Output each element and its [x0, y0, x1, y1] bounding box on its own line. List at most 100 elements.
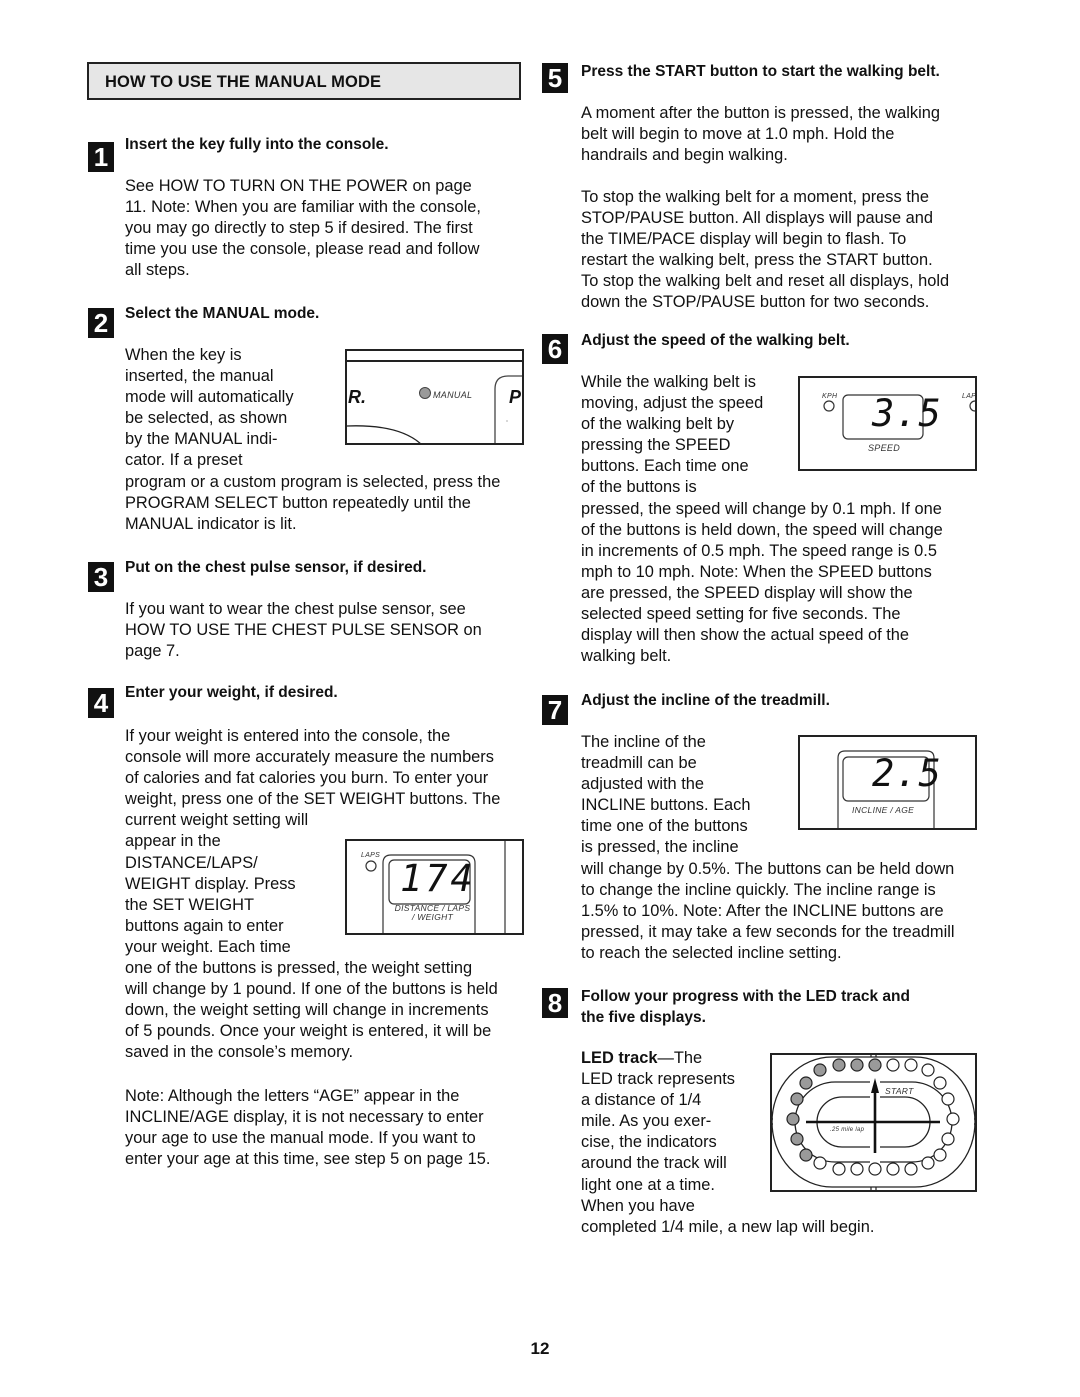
- text-line: of the buttons is: [581, 478, 697, 497]
- text-line: cator. If a preset: [125, 451, 243, 470]
- laps-label: LAPS: [962, 393, 977, 400]
- text-line: PROGRAM SELECT button repeatedly until t…: [125, 493, 471, 512]
- title-line: Follow your progress with the LED track …: [581, 988, 910, 1005]
- led-lit-icon: [832, 1058, 846, 1072]
- text-line: display will then show the actual speed …: [581, 626, 910, 645]
- display-glyph-right: P: [509, 387, 522, 407]
- step-8-title: Follow your progress with the LED track …: [581, 986, 910, 1028]
- manual-indicator-figure: R. MANUAL P: [345, 349, 524, 445]
- text-line: STOP/PAUSE button. All displays will pau…: [581, 209, 933, 228]
- text-line: one of the buttons is pressed, the weigh…: [125, 959, 473, 978]
- page-number: 12: [530, 1339, 550, 1358]
- text-line: are pressed, the SPEED display will show…: [581, 583, 913, 602]
- led-lit-icon: [850, 1058, 864, 1072]
- text-line: If you want to wear the chest pulse sens…: [125, 600, 466, 618]
- led-unlit-icon: [868, 1162, 882, 1176]
- text-line: restart the walking belt, press the STAR…: [581, 251, 933, 270]
- led-unlit-icon: [921, 1063, 935, 1077]
- speed-value: 3.5: [872, 392, 942, 435]
- led-track-figure: START .25 mile lap: [770, 1053, 977, 1192]
- step-1-title: Insert the key fully into the console.: [125, 136, 389, 153]
- led-lit-icon: [813, 1063, 827, 1077]
- led-lit-icon: [790, 1132, 804, 1146]
- text-line: walking belt.: [581, 647, 672, 666]
- text-line: INCLINE/AGE display, it is not necessary…: [125, 1108, 484, 1127]
- step-2-title: Select the MANUAL mode.: [125, 305, 320, 322]
- manual-indicator-led-icon: [419, 387, 431, 399]
- section-title: HOW TO USE THE MANUAL MODE: [105, 73, 382, 91]
- laps-indicator-icon: [969, 400, 975, 412]
- text-line: belt will begin to move at 1.0 mph. Hold…: [581, 125, 895, 144]
- laps-indicator-icon: [365, 860, 377, 872]
- step-number-5: 5: [542, 63, 568, 93]
- start-label: START: [885, 1086, 914, 1096]
- section-header: HOW TO USE THE MANUAL MODE: [87, 62, 521, 100]
- text-line: A moment after the button is pressed, th…: [581, 104, 940, 122]
- led-lit-icon: [799, 1076, 813, 1090]
- title-line: the five displays.: [581, 1009, 706, 1026]
- led-unlit-icon: [832, 1162, 846, 1176]
- text-line: time you use the console, please read an…: [125, 240, 480, 259]
- label-line: / WEIGHT: [411, 912, 454, 922]
- manual-indicator-label: MANUAL: [433, 390, 473, 400]
- text-line: weight, press one of the SET WEIGHT butt…: [125, 790, 501, 809]
- weight-value: 174: [400, 857, 476, 900]
- step-5-title: Press the START button to start the walk…: [581, 63, 940, 80]
- text-line: in increments of 0.5 mph. The speed rang…: [581, 541, 937, 560]
- step-5-body: A moment after the button is pressed, th…: [581, 103, 940, 166]
- laps-indicator-label: LAPS: [361, 852, 381, 859]
- step-number-7: 7: [542, 695, 568, 725]
- text-line: is pressed, the incline: [581, 838, 739, 857]
- speed-display-figure: KPH LAPS 3.5 SPEED: [798, 376, 977, 471]
- step-number-6: 6: [542, 334, 568, 364]
- step-3-body: If you want to wear the chest pulse sens…: [125, 599, 482, 662]
- text-line: MANUAL indicator is lit.: [125, 514, 297, 533]
- text-line: HOW TO USE THE CHEST PULSE SENSOR on: [125, 621, 482, 640]
- led-unlit-icon: [921, 1156, 935, 1170]
- led-unlit-icon: [904, 1058, 918, 1072]
- text-line: of the buttons is held down, the speed w…: [581, 520, 943, 539]
- led-track-term: LED track: [581, 1049, 658, 1067]
- led-unlit-icon: [904, 1162, 918, 1176]
- text-line: will change by 0.5%. The buttons can be …: [581, 859, 955, 878]
- led-unlit-icon: [886, 1162, 900, 1176]
- led-unlit-icon: [941, 1092, 955, 1106]
- led-unlit-icon: [886, 1058, 900, 1072]
- text-line: 11. Note: When you are familiar with the…: [125, 198, 481, 217]
- step-number-4: 4: [88, 688, 114, 718]
- text-line: If your weight is entered into the conso…: [125, 727, 451, 745]
- distance-laps-weight-label: DISTANCE / LAPS / WEIGHT: [390, 904, 475, 922]
- lap-distance-label: .25 mile lap: [830, 1127, 865, 1133]
- text-line: your age to use the manual mode. If you …: [125, 1129, 476, 1148]
- display-glyph-left: R.: [348, 387, 366, 407]
- step-4-title: Enter your weight, if desired.: [125, 684, 338, 701]
- step-6-title: Adjust the speed of the walking belt.: [581, 332, 850, 349]
- text-line: mph to 10 mph. Note: When the SPEED butt…: [581, 562, 932, 581]
- text-line: When you have: [581, 1196, 695, 1215]
- text-line: To stop the walking belt and reset all d…: [581, 272, 950, 291]
- text-line: enter your age at this time, see step 5 …: [125, 1150, 491, 1169]
- lead-text: —The: [657, 1049, 703, 1067]
- step-number-3: 3: [88, 562, 114, 592]
- text-line: console will more accurately measure the…: [125, 748, 494, 767]
- step-number-8: 8: [542, 988, 568, 1018]
- led-lit-icon: [799, 1148, 813, 1162]
- text-line: you may go directly to step 5 if desired…: [125, 219, 473, 238]
- text-line: handrails and begin walking.: [581, 146, 788, 165]
- led-unlit-icon: [946, 1112, 960, 1126]
- text-line: all steps.: [125, 261, 190, 280]
- step-1-body: See HOW TO TURN ON THE POWER on page 11.…: [125, 176, 481, 281]
- step-4-note: Note: Although the letters “AGE” appear …: [125, 1086, 490, 1170]
- led-unlit-icon: [941, 1132, 955, 1146]
- text-line: will change by 1 pound. If one of the bu…: [125, 980, 498, 999]
- led-unlit-icon: [933, 1148, 947, 1162]
- text-line: page 7.: [125, 642, 180, 661]
- weight-display-figure: LAPS 174 DISTANCE / LAPS / WEIGHT: [345, 839, 524, 935]
- incline-value: 2.5: [872, 752, 942, 795]
- led-unlit-icon: [813, 1156, 827, 1170]
- incline-display-figure: 2.5 INCLINE / AGE: [798, 735, 977, 830]
- text-line: See HOW TO TURN ON THE POWER on page: [125, 177, 472, 195]
- speed-label: SPEED: [868, 443, 901, 453]
- start-arrow-icon: [871, 1078, 879, 1093]
- text-line: of 5 pounds. Once your weight is entered…: [125, 1022, 492, 1041]
